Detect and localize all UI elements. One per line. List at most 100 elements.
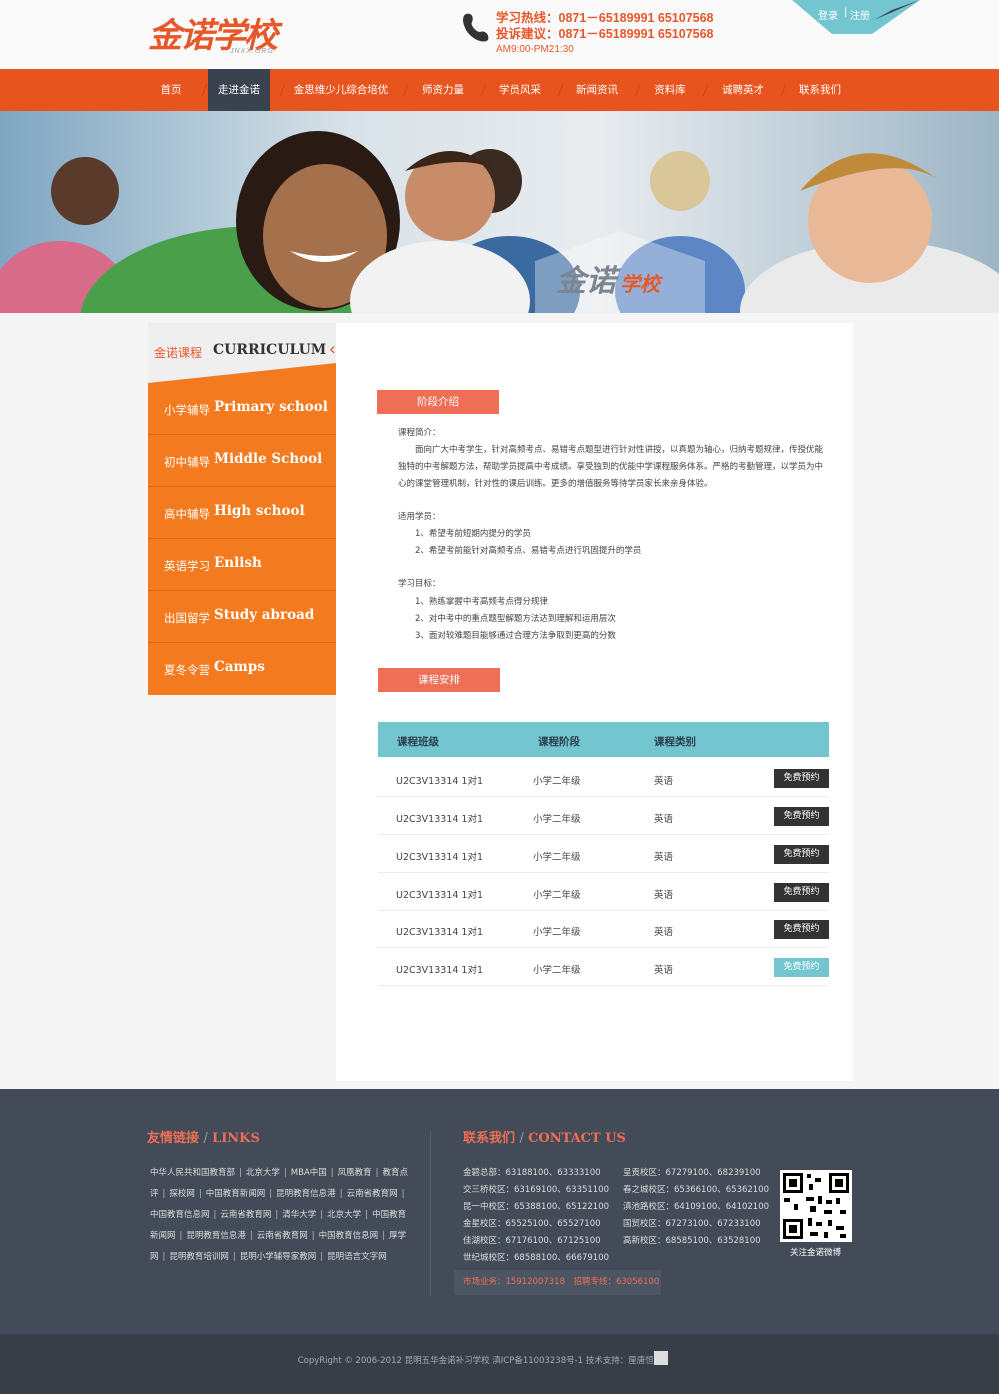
book-free-button[interactable]: 免费预约 — [774, 920, 829, 939]
friend-link[interactable]: 北京大学 — [246, 1168, 280, 1178]
stats-icon[interactable] — [654, 1351, 668, 1365]
intro-text: 面向广大中考学生，针对高频考点、易错考点题型进行针对性讲授，以真题为轴心，归纳考… — [398, 445, 824, 489]
friend-link[interactable]: 昆明语言文字网 — [327, 1252, 387, 1262]
friend-link[interactable]: 北京大学 — [327, 1210, 361, 1220]
schedule-tag: 课程安排 — [378, 668, 500, 692]
friend-link[interactable]: 中国教育信息网 — [319, 1231, 379, 1241]
friend-link[interactable]: 清华大学 — [282, 1210, 316, 1220]
campus-phone: 昆一中校区：65388100、65122100 — [463, 1202, 610, 1212]
campus-phone: 国贸校区：67273100、67233100 — [623, 1219, 761, 1229]
cell-stage: 小学二年级 — [533, 965, 581, 976]
cell-stage: 小学二年级 — [533, 927, 581, 938]
nav-separator — [780, 84, 787, 96]
hotline-block: 学习热线：0871－65189991 65107568 投诉建议：0871－65… — [496, 10, 714, 58]
qr-caption: 关注金诺微博 — [790, 1248, 842, 1258]
friend-link[interactable]: 探校网 — [169, 1189, 195, 1199]
friend-link[interactable]: 中华人民共和国教育部 — [150, 1168, 235, 1178]
table-row: U2C3V13314 1对1 小学二年级 英语 免费预约 — [378, 873, 829, 911]
book-free-button[interactable]: 免费预约 — [774, 845, 829, 864]
nav-item-teachers[interactable]: 师资力量 — [415, 69, 471, 111]
sidebar-item-label-en: Enlish — [214, 555, 262, 571]
nav-item-library[interactable]: 资料库 — [647, 69, 693, 111]
schedule-table-header: 课程班级 课程阶段 课程类别 — [378, 722, 829, 757]
contact-list-left: 金碧总部：63188100、63333100 交三桥校区：63169100、63… — [463, 1165, 609, 1267]
hotline-complaint: 投诉建议：0871－65189991 65107568 — [496, 27, 714, 41]
friend-link[interactable]: 昆明教育信息港 — [276, 1189, 336, 1199]
hotline-box: 市场业务：15912007318 招聘专线：63056100 — [454, 1270, 661, 1295]
contact-title: 联系我们 / CONTACT US — [463, 1131, 626, 1146]
opening-hours: AM9:00-PM21:30 — [496, 44, 574, 55]
book-free-button[interactable]: 免费预约 — [774, 807, 829, 826]
login-link[interactable]: 登录 — [818, 7, 838, 22]
cell-stage: 小学二年级 — [533, 776, 581, 787]
sidebar-list: 小学辅导 Primary school 初中辅导 Middle School 高… — [148, 383, 345, 695]
main-nav: 首页 走进金诺 金思维少儿综合培优 师资力量 学员风采 新闻资讯 资料库 诚聘英… — [0, 69, 999, 111]
intro-label: 课程简介： — [398, 428, 441, 438]
nav-item-students[interactable]: 学员风采 — [492, 69, 548, 111]
qr-code-image[interactable] — [780, 1170, 852, 1242]
contact-list-right: 呈贡校区：67279100、68239100 春之城校区：65366100、65… — [623, 1165, 769, 1250]
sidebar-item-high[interactable]: 高中辅导 High school — [148, 487, 336, 539]
cell-class: U2C3V13314 1对1 — [396, 890, 484, 901]
sidebar-item-english[interactable]: 英语学习 Enlish — [148, 539, 336, 591]
links-title-cn: 友情链接 — [147, 1131, 200, 1146]
copyright-text: CopyRight © 2006-2012 昆明五华金诺补习学校 滇ICP备11… — [297, 1356, 663, 1366]
cell-stage: 小学二年级 — [533, 890, 581, 901]
friend-link[interactable]: 中国教育新闻网 — [206, 1189, 266, 1199]
campus-phone: 佳湖校区：67176100、67125100 — [463, 1236, 601, 1246]
friend-link[interactable]: 凤凰教育 — [338, 1168, 372, 1178]
nav-item-contact[interactable]: 联系我们 — [792, 69, 848, 111]
sidebar-item-label-en: Study abroad — [214, 607, 315, 623]
cell-type: 英语 — [654, 890, 674, 901]
book-free-button[interactable]: 免费预约 — [774, 958, 829, 977]
nav-separator — [634, 84, 641, 96]
table-row: U2C3V13314 1对1 小学二年级 英语 免费预约 — [378, 948, 829, 986]
campus-phone: 滇池路校区：64109100、64102100 — [623, 1202, 770, 1212]
copyright-bar: CopyRight © 2006-2012 昆明五华金诺补习学校 滇ICP备11… — [0, 1334, 999, 1394]
cell-stage: 小学二年级 — [533, 852, 581, 863]
stage-intro-tag: 阶段介绍 — [377, 390, 499, 414]
site-logo[interactable]: 金诺学校 JNXX.ORG — [148, 8, 288, 62]
cell-class: U2C3V13314 1对1 — [396, 965, 484, 976]
nav-separator — [702, 84, 709, 96]
cell-type: 英语 — [654, 927, 674, 938]
cell-type: 英语 — [654, 965, 674, 976]
col-header-type: 课程类别 — [654, 736, 696, 748]
friend-link[interactable]: MBA中国 — [291, 1168, 327, 1178]
nav-item-home[interactable]: 首页 — [148, 69, 194, 111]
sidebar-item-middle[interactable]: 初中辅导 Middle School — [148, 435, 345, 487]
sidebar-item-label-cn: 小学辅导 — [164, 403, 210, 417]
friend-link[interactable]: 云南省教育网 — [347, 1189, 398, 1199]
nav-item-kids-program[interactable]: 金思维少儿综合培优 — [290, 69, 392, 111]
friend-link[interactable]: 昆明教育信息港 — [186, 1231, 246, 1241]
book-free-button[interactable]: 免费预约 — [774, 883, 829, 902]
sidebar-item-primary[interactable]: 小学辅导 Primary school — [148, 383, 336, 435]
friend-link[interactable]: 中国教育信息网 — [150, 1210, 210, 1220]
nav-item-about[interactable]: 走进金诺 — [208, 69, 270, 111]
table-row: U2C3V13314 1对1 小学二年级 英语 免费预约 — [378, 835, 829, 873]
book-free-button[interactable]: 免费预约 — [774, 769, 829, 788]
friend-link[interactable]: 昆明小学辅导家教网 — [240, 1252, 317, 1262]
friend-link[interactable]: 云南省教育网 — [220, 1210, 271, 1220]
friend-link[interactable]: 昆明教育培训网 — [169, 1252, 229, 1262]
hero-banner: 金诺 学校 — [0, 111, 999, 313]
hotline-study: 学习热线：0871－65189991 65107568 — [496, 11, 714, 25]
nav-item-careers[interactable]: 诚聘英才 — [715, 69, 771, 111]
campus-phone: 高新校区：68585100、63528100 — [623, 1236, 761, 1246]
col-header-stage: 课程阶段 — [538, 736, 580, 748]
goal-item: 1、熟练掌握中考高频考点得分规律 — [415, 597, 548, 607]
sidebar-title-en: CURRICULUM — [213, 342, 327, 358]
register-link[interactable]: 注册 — [850, 7, 870, 22]
friend-link[interactable]: 云南省教育网 — [257, 1231, 308, 1241]
col-header-class: 课程班级 — [397, 736, 439, 748]
links-title: 友情链接 / LINKS — [147, 1131, 260, 1146]
nav-item-news[interactable]: 新闻资讯 — [569, 69, 625, 111]
sidebar-item-abroad[interactable]: 出国留学 Study abroad — [148, 591, 336, 643]
campus-phone: 呈贡校区：67279100、68239100 — [623, 1168, 761, 1178]
cell-type: 英语 — [654, 814, 674, 825]
sidebar-item-camps[interactable]: 夏冬令营 Camps — [148, 643, 336, 695]
campus-phone: 交三桥校区：63169100、63351100 — [463, 1185, 610, 1195]
svg-text:金诺: 金诺 — [556, 264, 621, 299]
cell-type: 英语 — [654, 776, 674, 787]
table-row: U2C3V13314 1对1 小学二年级 英语 免费预约 — [378, 759, 829, 797]
